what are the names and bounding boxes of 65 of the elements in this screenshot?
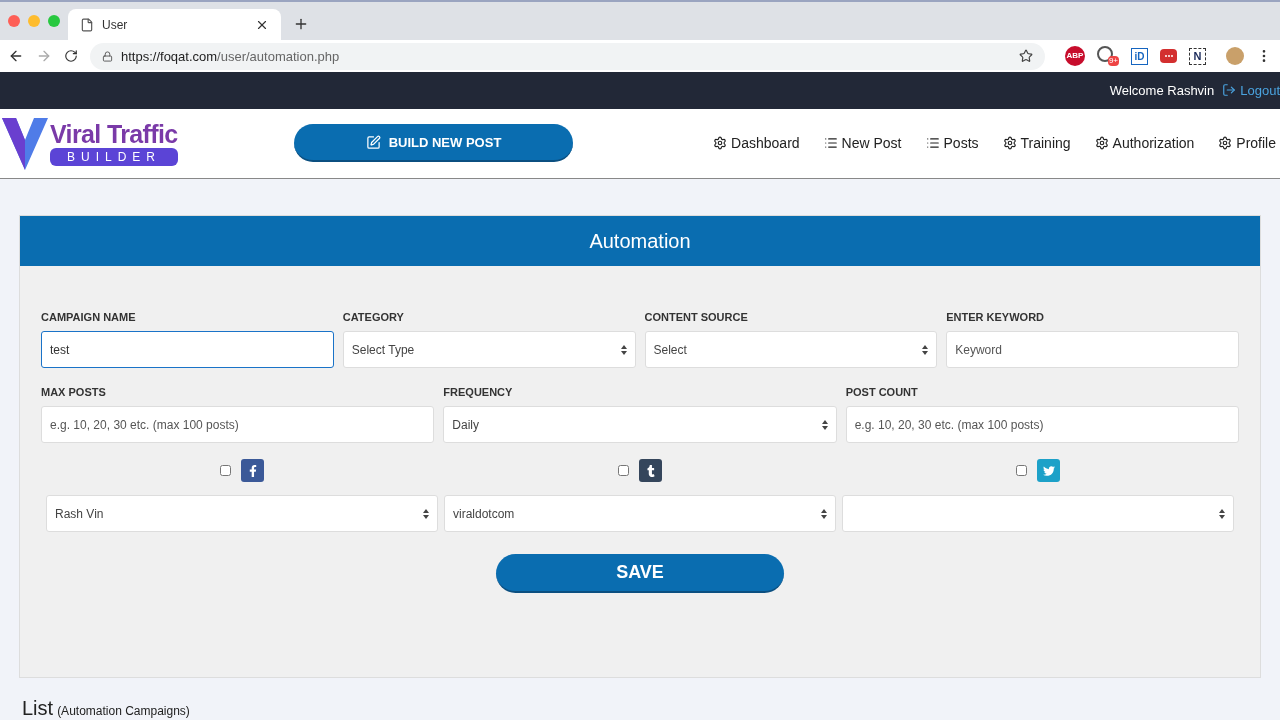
nav-link[interactable]: Dashboard — [713, 132, 800, 154]
field-label: CAMPAIGN NAME — [41, 310, 137, 323]
bird-icon — [1037, 459, 1060, 482]
checkbox[interactable] — [1016, 465, 1027, 476]
list-icon — [823, 136, 838, 151]
edit-icon — [365, 134, 381, 150]
select-field[interactable]: Select Type — [342, 331, 636, 368]
page-icon — [80, 17, 94, 32]
list-title: List — [22, 698, 54, 718]
gear-icon — [1094, 136, 1109, 151]
field-label: MAX POSTS — [41, 385, 107, 398]
logout-link[interactable]: Logout — [1240, 80, 1280, 101]
field-label: POST COUNT — [845, 385, 919, 398]
facebook-icon — [241, 459, 264, 482]
nav-link[interactable]: Training — [1002, 132, 1071, 154]
field-label: ENTER KEYWORD — [946, 310, 1046, 323]
nav-link[interactable]: Profile — [1218, 132, 1276, 154]
nav-link[interactable]: New Post — [823, 132, 902, 154]
notification-badge: 9+ — [1107, 56, 1119, 67]
select-field[interactable]: viraldotcom — [444, 495, 836, 532]
select-field[interactable]: Select — [644, 331, 938, 368]
nav-link[interactable]: Posts — [925, 132, 979, 154]
checkbox[interactable] — [618, 465, 629, 476]
tumblr-icon — [639, 459, 662, 482]
select-arrows-icon — [922, 344, 929, 355]
close-window-icon[interactable] — [8, 15, 20, 28]
avatar-icon[interactable] — [1226, 47, 1244, 66]
list-icon — [925, 136, 940, 151]
nav-link[interactable]: Authorization — [1094, 132, 1195, 154]
select-arrows-icon — [821, 419, 828, 430]
lock-icon — [102, 50, 113, 62]
extension-icon[interactable]: N — [1189, 47, 1206, 65]
gear-icon — [713, 136, 728, 151]
select-field[interactable]: Rash Vin — [46, 495, 438, 532]
extension-icon[interactable] — [1160, 49, 1177, 64]
select-arrows-icon — [423, 508, 429, 519]
address-bar[interactable]: https://foqat.com/user/automation.php — [90, 42, 1045, 70]
logout-icon — [1222, 83, 1237, 98]
extension-icon[interactable]: iD — [1131, 47, 1148, 65]
browser-tab[interactable]: User — [68, 9, 281, 41]
logo-subtitle: BUILDER — [50, 148, 178, 167]
select-field[interactable] — [842, 495, 1234, 532]
gear-icon — [1002, 136, 1017, 151]
logo-title: Viral Traffic — [50, 120, 178, 149]
bookmark-star-icon[interactable] — [1019, 49, 1033, 64]
input-field[interactable]: e.g. 10, 20, 30 etc. (max 100 posts) — [41, 406, 435, 443]
field-label: FREQUENCY — [443, 385, 514, 398]
input-field[interactable]: e.g. 10, 20, 30 etc. (max 100 posts) — [845, 406, 1239, 443]
build-new-post-button[interactable]: BUILD NEW POST — [294, 124, 573, 163]
checkbox[interactable] — [220, 465, 231, 476]
gear-icon — [1218, 136, 1233, 151]
save-button[interactable]: SAVE — [496, 554, 784, 593]
extension-icon[interactable]: ABP — [1065, 46, 1085, 67]
select-arrows-icon — [821, 508, 827, 519]
welcome-text: Welcome Rashvin — [1109, 81, 1215, 100]
select-arrows-icon — [620, 344, 627, 355]
field-label: CONTENT SOURCE — [644, 310, 749, 323]
select-arrows-icon — [1219, 508, 1225, 519]
input-field[interactable]: test — [41, 331, 334, 368]
list-subtitle: (Automation Campaigns) — [57, 703, 190, 720]
reload-icon[interactable] — [64, 49, 78, 64]
panel-title: Automation — [589, 229, 691, 254]
select-field[interactable]: Daily — [443, 406, 837, 443]
field-label: CATEGORY — [342, 310, 405, 323]
input-field[interactable]: Keyword — [946, 331, 1239, 368]
